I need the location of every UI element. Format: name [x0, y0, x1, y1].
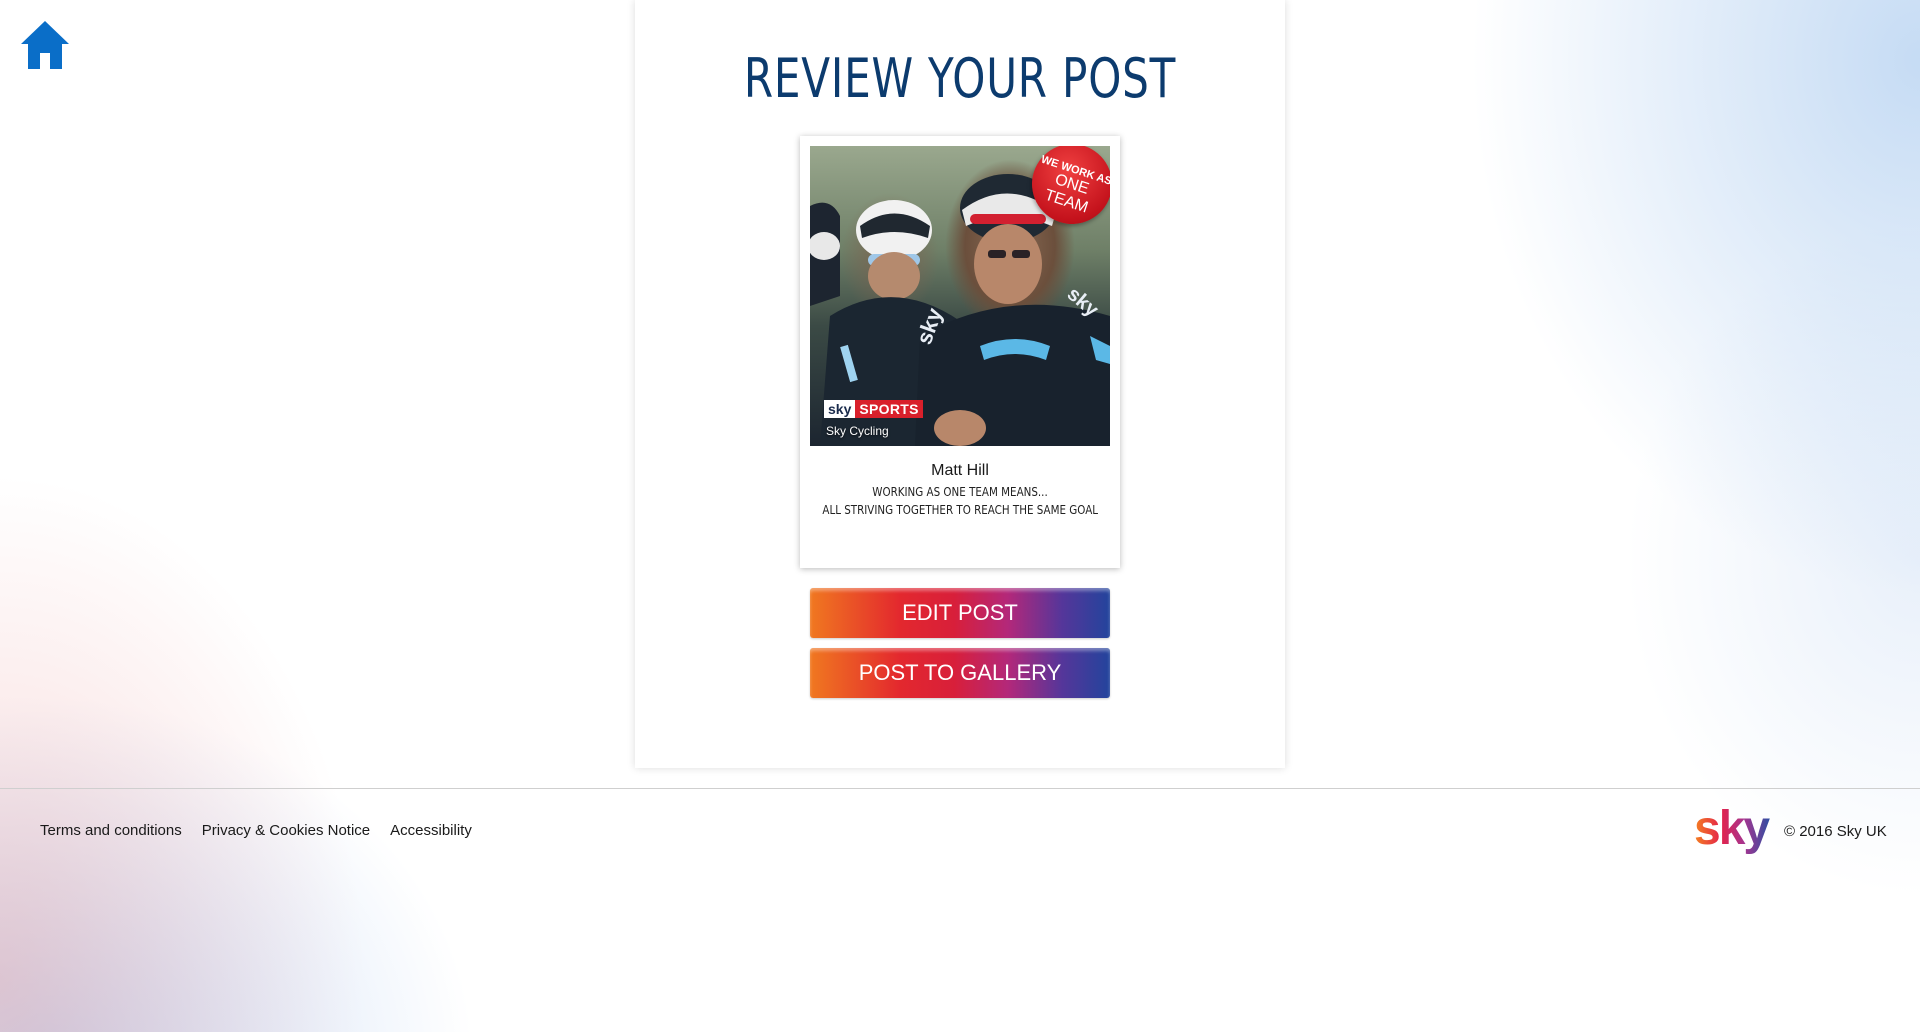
photo-caption: Sky Cycling: [826, 424, 889, 438]
sky-logo[interactable]: sky: [1694, 806, 1776, 858]
post-author: Matt Hill: [931, 462, 989, 479]
terms-link[interactable]: Terms and conditions: [40, 822, 182, 839]
sky-sports-logo-sky: sky: [824, 400, 856, 418]
copyright-text: © 2016 Sky UK: [1784, 823, 1887, 840]
post-photo: sky sky WE WORK AS ONE TEAM sky SPORTS S…: [810, 146, 1110, 446]
svg-text:sky: sky: [1694, 806, 1770, 855]
post-to-gallery-button[interactable]: POST TO GALLERY: [810, 648, 1110, 698]
post-card: sky sky WE WORK AS ONE TEAM sky SPORTS S…: [800, 136, 1120, 568]
footer-divider: [0, 788, 1920, 789]
edit-post-button[interactable]: EDIT POST: [810, 588, 1110, 638]
home-icon[interactable]: [19, 19, 71, 71]
review-panel: REVIEW YOUR POST sky sky WE WORK AS ONE …: [635, 0, 1285, 768]
accessibility-link[interactable]: Accessibility: [390, 822, 472, 839]
sky-sports-logo: sky SPORTS: [824, 400, 923, 418]
sky-sports-logo-sports: SPORTS: [855, 400, 923, 418]
post-message-line2: ALL STRIVING TOGETHER TO REACH THE SAME …: [822, 503, 1099, 517]
post-message-line1: WORKING AS ONE TEAM MEANS...: [872, 485, 1048, 499]
page-title: REVIEW YOUR POST: [743, 47, 1177, 110]
footer-links: Terms and conditions Privacy & Cookies N…: [40, 822, 492, 839]
privacy-link[interactable]: Privacy & Cookies Notice: [202, 822, 370, 839]
